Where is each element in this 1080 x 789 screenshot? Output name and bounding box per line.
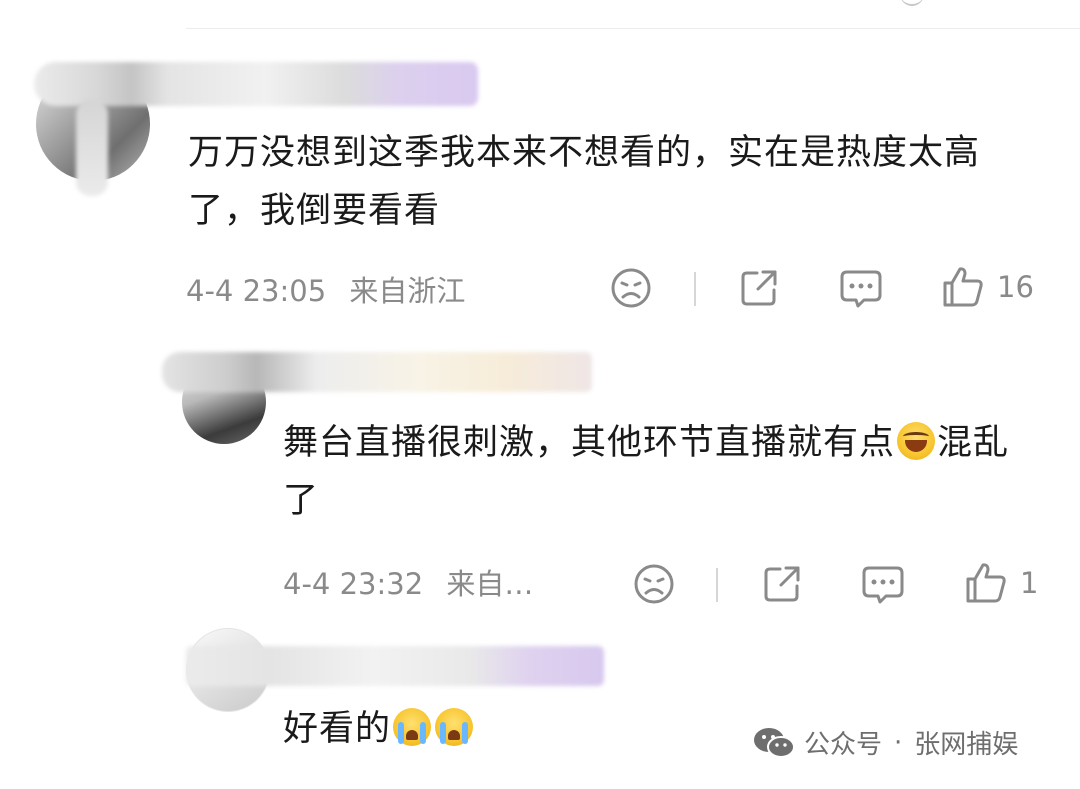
dislike-button[interactable]: [632, 562, 676, 606]
crying-emoji-icon: [435, 708, 474, 746]
watermark-separator: ·: [894, 727, 903, 758]
wechat-icon: [754, 727, 795, 758]
share-icon: [741, 270, 777, 306]
comment-thread: 万万没想到这季我本来不想看的，实在是热度太高了，我倒要看看 4-4 23:05 …: [0, 0, 1080, 789]
like-count: 16: [997, 270, 1034, 304]
username-redacted: [186, 646, 604, 686]
like-count: 1: [1020, 566, 1039, 600]
avatar-redacted-mark: [76, 100, 108, 196]
comment-time: 4-4 23:32: [283, 567, 424, 601]
comment-text-part: 舞台直播很刺激，其他环节直播就有点: [283, 423, 896, 463]
like-button[interactable]: 16: [941, 264, 1034, 310]
share-icon: [764, 566, 800, 602]
action-separator: [716, 568, 718, 602]
username-redacted: [162, 352, 592, 392]
comment-time: 4-4 23:05: [186, 274, 327, 308]
crying-emoji-icon: [393, 708, 432, 746]
dislike-button[interactable]: [609, 266, 653, 310]
watermark: 公众号 · 张网捕娱: [752, 724, 1018, 761]
reply-button[interactable]: [860, 562, 906, 606]
comment-location: 来自…: [446, 567, 534, 601]
like-button[interactable]: 1: [964, 560, 1038, 606]
comment-icon: [840, 270, 882, 308]
comment-meta: 4-4 23:05 来自浙江: [186, 271, 465, 311]
comment-body: 舞台直播很刺激，其他环节直播就有点 混乱了: [283, 414, 1043, 530]
watermark-label: 公众号: [804, 730, 883, 760]
top-partial-icon: [900, 0, 924, 6]
comment-text-part: 好看的: [283, 709, 392, 749]
dislike-face-icon: [611, 268, 651, 308]
reply-button[interactable]: [838, 266, 884, 310]
username-redacted: [34, 62, 478, 106]
share-button[interactable]: [760, 562, 804, 606]
comment-meta: 4-4 23:32 来自…: [283, 564, 533, 604]
laughing-tears-emoji-icon: [897, 422, 936, 460]
comment-location: 来自浙江: [349, 274, 466, 308]
comment-body: 好看的: [283, 700, 783, 758]
thumbs-up-icon: [943, 267, 983, 307]
comment-icon: [862, 566, 904, 604]
dislike-face-icon: [634, 564, 674, 604]
comment-body: 万万没想到这季我本来不想看的，实在是热度太高了，我倒要看看: [188, 133, 981, 231]
action-separator: [694, 272, 696, 306]
watermark-account: 张网捕娱: [914, 730, 1019, 760]
share-button[interactable]: [737, 266, 781, 310]
top-divider: [186, 28, 1080, 29]
thumbs-up-icon: [966, 563, 1006, 603]
